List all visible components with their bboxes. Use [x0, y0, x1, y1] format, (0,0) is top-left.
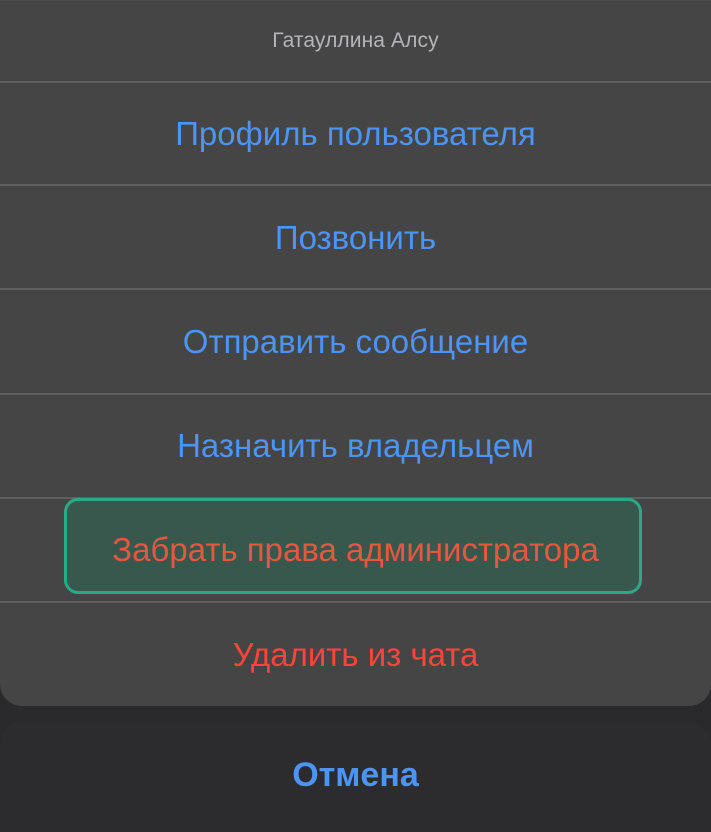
separator — [0, 601, 711, 603]
call-button[interactable]: Позвонить — [0, 187, 711, 289]
cancel-label: Отмена — [292, 756, 419, 794]
remove-from-chat-button[interactable]: Удалить из чата — [0, 604, 711, 706]
revoke-admin-rights-button[interactable]: Забрать права администратора — [0, 499, 711, 601]
action-sheet: Гатауллина Алсу Профиль пользователя Поз… — [0, 0, 711, 706]
separator — [0, 288, 711, 290]
make-owner-button[interactable]: Назначить владельцем — [0, 395, 711, 497]
user-profile-button[interactable]: Профиль пользователя — [0, 83, 711, 185]
action-sheet-title: Гатауллина Алсу — [272, 29, 439, 52]
send-message-button[interactable]: Отправить сообщение — [0, 291, 711, 393]
cancel-button[interactable]: Отмена — [0, 722, 711, 832]
separator — [0, 184, 711, 186]
